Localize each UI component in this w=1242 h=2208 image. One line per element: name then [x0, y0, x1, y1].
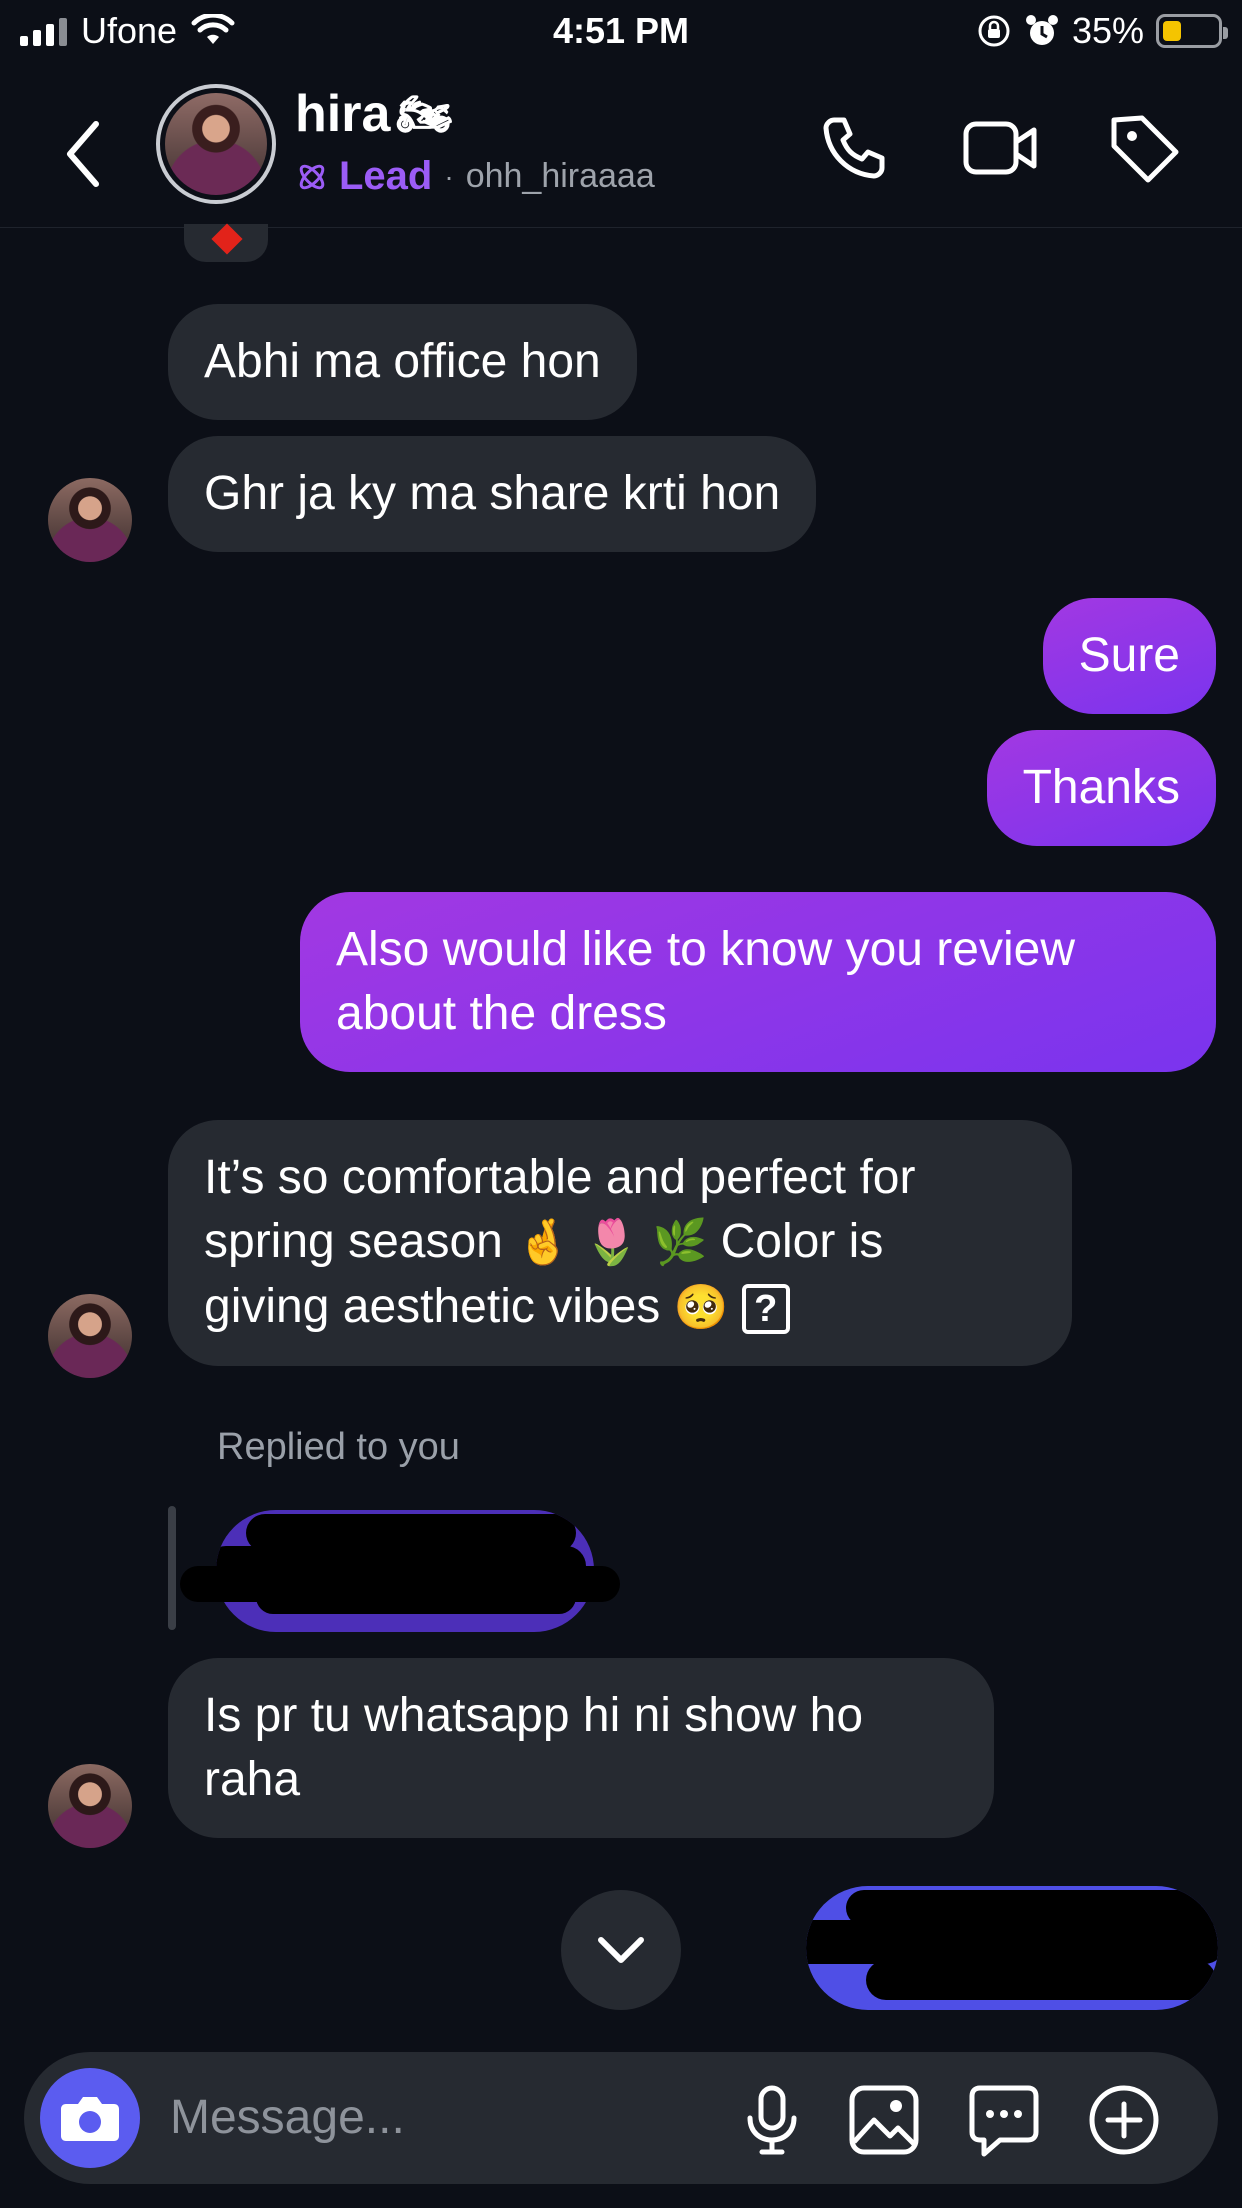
message-line: Is pr tu whatsapp hi ni show ho — [204, 1689, 864, 1742]
alarm-icon — [1025, 15, 1058, 45]
message-text: Ghr ja ky ma share krti hon — [204, 467, 781, 520]
message-line: spring season 🤞 🌷 🌿 Color is — [204, 1210, 1036, 1275]
message-incoming[interactable]: Abhi ma office hon — [168, 304, 637, 420]
sticker-icon[interactable] — [966, 2082, 1042, 2158]
message-line: It’s so comfortable and perfect for — [204, 1151, 916, 1204]
sender-avatar[interactable] — [48, 1764, 132, 1848]
back-icon[interactable] — [58, 114, 108, 194]
plus-icon[interactable] — [1086, 2082, 1162, 2158]
contact-subline: Lead · ohh_hiraaaa — [295, 154, 655, 199]
heart-icon — [211, 223, 243, 255]
sender-avatar[interactable] — [48, 478, 132, 562]
reply-context-label: Replied to you — [217, 1426, 460, 1468]
status-bar: Ufone 4:51 PM 35% — [0, 0, 1242, 64]
message-incoming[interactable]: Ghr ja ky ma share krti hon — [168, 436, 817, 552]
motorcycle-emoji: 🏍 — [396, 89, 453, 140]
message-line: Also would like to know you review — [336, 923, 1076, 976]
scroll-to-bottom-button[interactable] — [561, 1890, 681, 2010]
contact-name: hira — [295, 85, 391, 143]
message-line: raha — [204, 1753, 301, 1806]
message-input[interactable] — [170, 2082, 730, 2152]
unknown-glyph-box: ? — [741, 1284, 790, 1335]
message-incoming[interactable]: Is pr tu whatsapp hi ni show ho raha — [168, 1658, 994, 1838]
chat-header: hira 🏍 Lead · ohh_hiraaaa — [0, 80, 1242, 228]
camera-icon — [61, 2097, 119, 2141]
message-line: giving aesthetic vibes 🥺 ? — [204, 1275, 1036, 1340]
message-line: about the dress — [336, 987, 667, 1040]
lead-badge[interactable]: Lead — [295, 154, 432, 199]
herb-emoji: 🌿 — [652, 1217, 708, 1268]
battery-percent: 35% — [1071, 10, 1144, 51]
video-icon[interactable] — [960, 108, 1040, 188]
reply-quote-bar — [168, 1506, 176, 1630]
redacted-outgoing-message[interactable] — [806, 1886, 1218, 2010]
tulip-emoji: 🌷 — [584, 1217, 640, 1268]
message-text: Color is — [720, 1215, 884, 1268]
sender-avatar[interactable] — [48, 1294, 132, 1378]
separator-dot: · — [444, 160, 454, 192]
battery-icon — [1156, 14, 1228, 48]
message-text: Sure — [1078, 629, 1180, 682]
status-right: 35% — [976, 10, 1228, 52]
message-text: Abhi ma office hon — [204, 335, 601, 388]
message-outgoing[interactable]: Sure — [1042, 598, 1216, 714]
message-composer — [24, 2052, 1218, 2184]
redaction-scribble — [180, 1566, 620, 1602]
message-outgoing[interactable]: Also would like to know you review about… — [300, 892, 1216, 1072]
message-text: spring season — [204, 1215, 503, 1268]
camera-button[interactable] — [40, 2068, 140, 2168]
reaction-chip — [184, 223, 268, 262]
crossed-fingers-emoji: 🤞 — [516, 1217, 571, 1268]
message-incoming[interactable]: It’s so comfortable and perfect for spri… — [168, 1120, 1072, 1366]
gallery-icon[interactable] — [846, 2082, 922, 2158]
lead-label: Lead — [339, 154, 433, 198]
message-text: Thanks — [1022, 761, 1180, 814]
contact-avatar[interactable] — [156, 84, 276, 204]
pleading-face-emoji: 🥺 — [673, 1282, 729, 1333]
contact-name-row[interactable]: hira 🏍 — [295, 84, 452, 144]
contact-handle: ohh_hiraaaa — [465, 157, 655, 195]
message-text: giving aesthetic vibes — [204, 1280, 661, 1333]
phone-icon[interactable] — [814, 108, 894, 188]
chevron-down-icon — [598, 1937, 644, 1963]
rotation-lock-icon — [978, 15, 1010, 47]
message-thread[interactable]: Abhi ma office hon Ghr ja ky ma share kr… — [0, 223, 1242, 2030]
microphone-icon[interactable] — [734, 2082, 810, 2158]
tag-icon[interactable] — [1104, 108, 1184, 188]
message-outgoing[interactable]: Thanks — [986, 730, 1216, 846]
lead-icon — [299, 164, 325, 189]
